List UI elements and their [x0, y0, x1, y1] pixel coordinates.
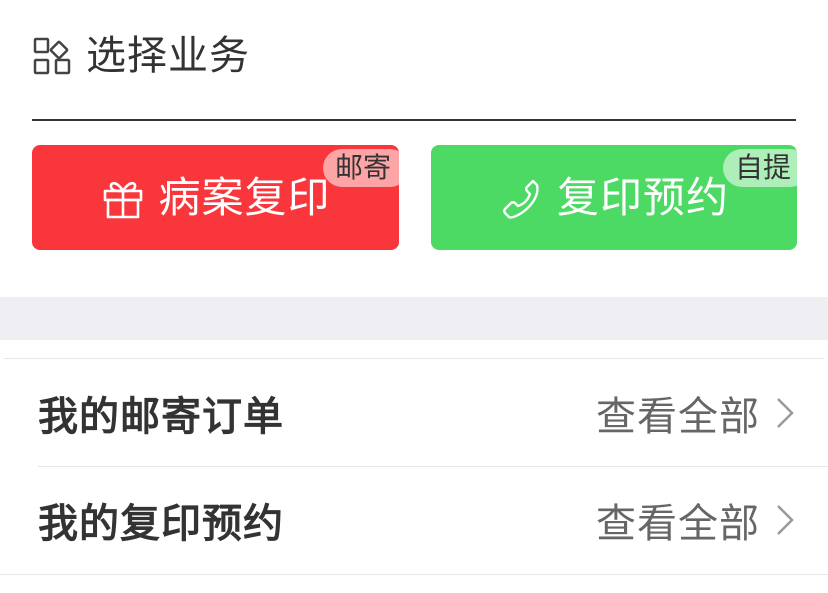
list-top-divider	[4, 358, 824, 359]
mail-badge: 邮寄	[322, 149, 399, 187]
copy-appointments-title: 我的复印预约	[38, 501, 284, 547]
medical-record-copy-button[interactable]: 病案复印 邮寄	[32, 145, 399, 250]
grid-icon	[33, 37, 71, 75]
mail-orders-title: 我的邮寄订单	[38, 394, 284, 440]
section-title: 选择业务	[86, 33, 250, 79]
list-item-mail-orders[interactable]: 我的邮寄订单 查看全部	[38, 360, 828, 466]
phone-icon	[503, 179, 539, 218]
view-all-link[interactable]: 查看全部	[596, 384, 760, 442]
chevron-right-icon	[777, 398, 794, 428]
header-divider	[32, 119, 796, 121]
section-separator	[0, 297, 828, 340]
business-section-header: 选择业务	[32, 30, 250, 82]
medical-record-copy-label: 病案复印	[158, 172, 331, 222]
copy-appointment-label: 复印预约	[556, 172, 729, 222]
chevron-right-icon	[777, 505, 794, 535]
copy-appointment-button[interactable]: 复印预约 自提	[431, 145, 797, 250]
view-all-link[interactable]: 查看全部	[596, 491, 760, 549]
list-item-copy-appointments[interactable]: 我的复印预约 查看全部	[38, 467, 828, 573]
pickup-badge: 自提	[722, 149, 797, 187]
gift-icon	[104, 181, 143, 218]
row-divider	[0, 574, 828, 575]
